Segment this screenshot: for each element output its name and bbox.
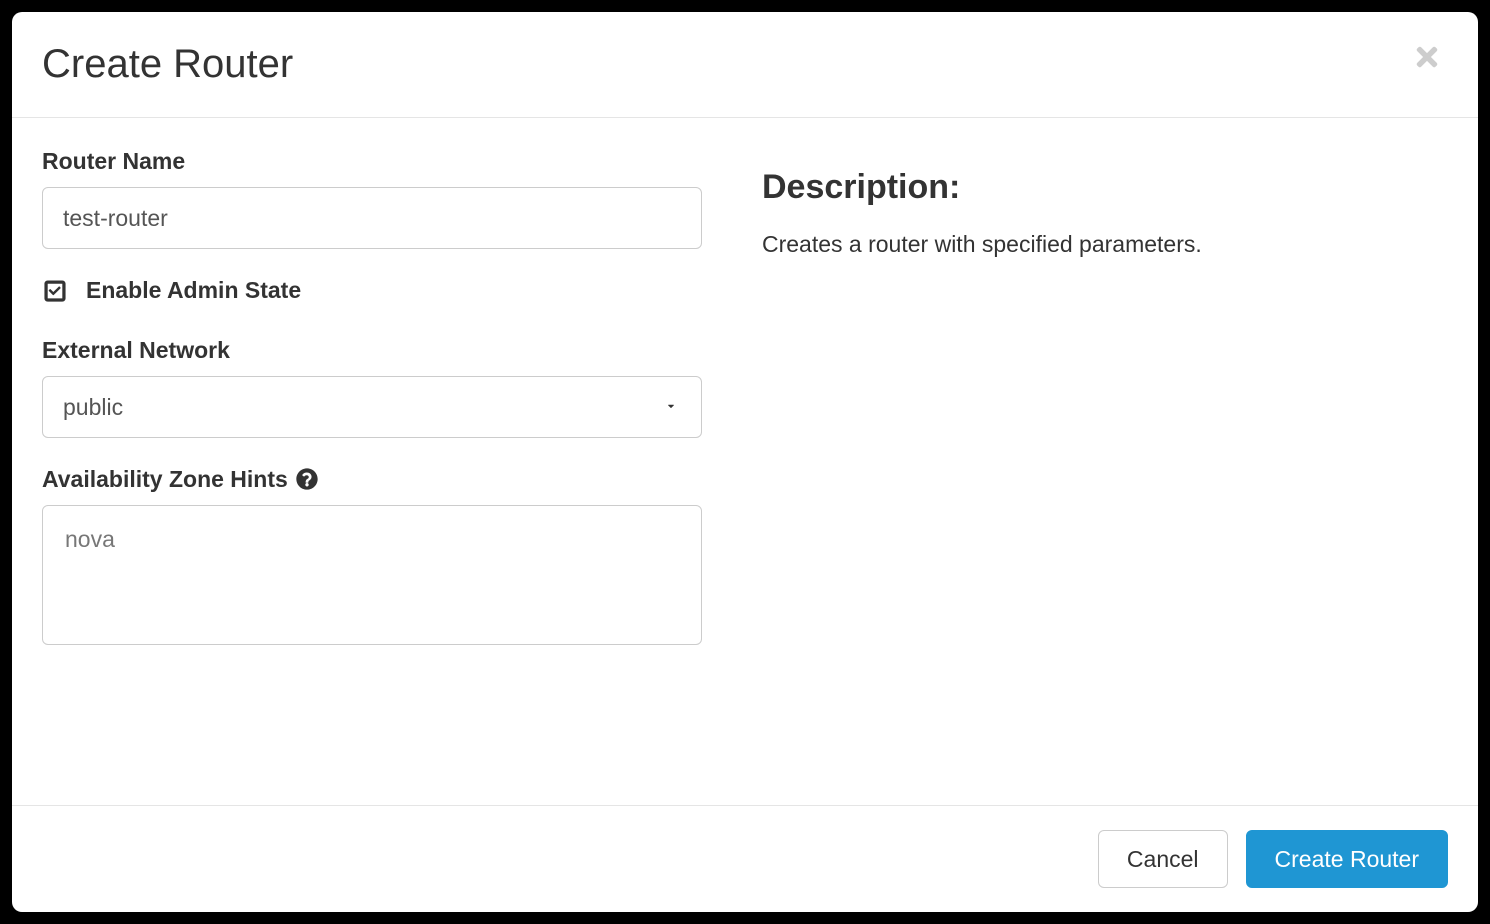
cancel-button[interactable]: Cancel (1098, 830, 1228, 888)
external-network-select-wrap: public (42, 376, 702, 438)
enable-admin-state-label: Enable Admin State (86, 277, 301, 304)
checkbox-checked-icon (42, 278, 68, 304)
help-icon[interactable] (296, 468, 318, 490)
router-name-label: Router Name (42, 148, 702, 175)
availability-zone-option[interactable]: nova (43, 522, 701, 557)
modal-header: Create Router (12, 12, 1478, 118)
external-network-group: External Network public (42, 337, 702, 438)
description-title: Description: (762, 168, 1448, 207)
modal-footer: Cancel Create Router (12, 805, 1478, 912)
enable-admin-state-checkbox[interactable]: Enable Admin State (42, 277, 301, 304)
router-name-group: Router Name (42, 148, 702, 249)
create-router-modal: Create Router Router Name Enable Admin S… (12, 12, 1478, 912)
availability-zone-hints-label: Availability Zone Hints (42, 466, 288, 493)
description-column: Description: Creates a router with speci… (762, 148, 1448, 785)
modal-body: Router Name Enable Admin State External … (12, 118, 1478, 805)
availability-zone-hints-group: Availability Zone Hints nova (42, 466, 702, 645)
modal-title: Create Router (42, 42, 293, 87)
description-text: Creates a router with specified paramete… (762, 227, 1448, 262)
availability-zone-hints-select[interactable]: nova (42, 505, 702, 645)
enable-admin-state-group: Enable Admin State (42, 277, 702, 309)
form-column: Router Name Enable Admin State External … (42, 148, 702, 785)
close-icon[interactable] (1406, 42, 1448, 77)
create-router-button[interactable]: Create Router (1246, 830, 1448, 888)
router-name-input[interactable] (42, 187, 702, 249)
external-network-label: External Network (42, 337, 702, 364)
external-network-select[interactable]: public (42, 376, 702, 438)
